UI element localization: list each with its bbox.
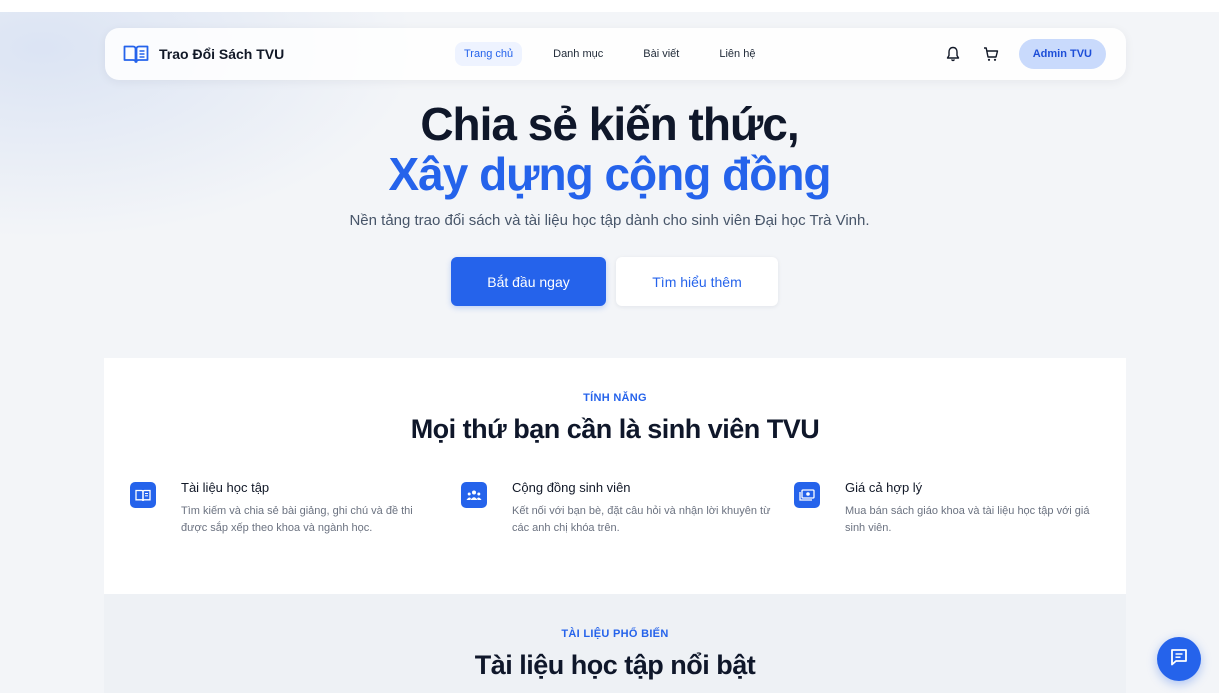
book-open-icon bbox=[123, 44, 149, 64]
get-started-button[interactable]: Bắt đầu ngay bbox=[451, 257, 606, 306]
top-strip bbox=[0, 0, 1219, 12]
feature-title: Cộng đồng sinh viên bbox=[512, 480, 631, 495]
chat-button[interactable] bbox=[1157, 637, 1201, 681]
feature-description: Mua bán sách giáo khoa và tài liệu học t… bbox=[845, 505, 1090, 534]
nav-link-categories[interactable]: Danh mục bbox=[544, 42, 612, 66]
features-eyebrow: TÍNH NĂNG bbox=[583, 392, 647, 404]
features-title: Mọi thứ bạn cần là sinh viên TVU bbox=[410, 414, 820, 444]
features-section: TÍNH NĂNG Mọi thứ bạn cần là sinh viên T… bbox=[104, 358, 1126, 594]
user-menu-button[interactable]: Admin TVU bbox=[1018, 39, 1106, 69]
popular-section: TÀI LIỆU PHỔ BIẾN Tài liệu học tập nổi b… bbox=[104, 594, 1126, 693]
nav-link-contact[interactable]: Liên hệ bbox=[710, 42, 764, 66]
feature-title: Tài liệu học tập bbox=[181, 480, 270, 495]
brand[interactable]: Trao Đổi Sách TVU bbox=[123, 28, 284, 80]
learn-more-button[interactable]: Tìm hiểu thêm bbox=[616, 257, 778, 306]
nav-actions: Admin TVU bbox=[943, 28, 1106, 80]
hero-subtitle: Nền tảng trao đổi sách và tài liệu học t… bbox=[349, 212, 870, 229]
nav-links: Trang chủ Danh mục Bài viết Liên hệ bbox=[455, 28, 764, 80]
brand-name: Trao Đổi Sách TVU bbox=[159, 46, 285, 62]
bell-icon[interactable] bbox=[943, 44, 963, 64]
book-icon bbox=[130, 482, 156, 508]
hero-title-line2: Xây dựng cộng đồng bbox=[388, 148, 831, 200]
chat-icon bbox=[1169, 647, 1189, 672]
hero-title-line1: Chia sẻ kiến thức, bbox=[420, 98, 799, 150]
feature-description: Tìm kiếm và chia sẻ bài giảng, ghi chú v… bbox=[181, 505, 413, 534]
nav-link-home[interactable]: Trang chủ bbox=[455, 42, 523, 66]
feature-title: Giá cả hợp lý bbox=[845, 480, 923, 495]
feature-description: Kết nối với bạn bè, đặt câu hỏi và nhận … bbox=[512, 505, 771, 534]
navbar: Trao Đổi Sách TVU Trang chủ Danh mục Bài… bbox=[105, 28, 1126, 80]
cart-icon[interactable] bbox=[981, 44, 1001, 64]
popular-title: Tài liệu học tập nổi bật bbox=[474, 650, 756, 680]
users-icon bbox=[461, 482, 487, 508]
nav-link-posts[interactable]: Bài viết bbox=[634, 42, 688, 66]
popular-eyebrow: TÀI LIỆU PHỔ BIẾN bbox=[561, 628, 669, 640]
money-icon bbox=[794, 482, 820, 508]
